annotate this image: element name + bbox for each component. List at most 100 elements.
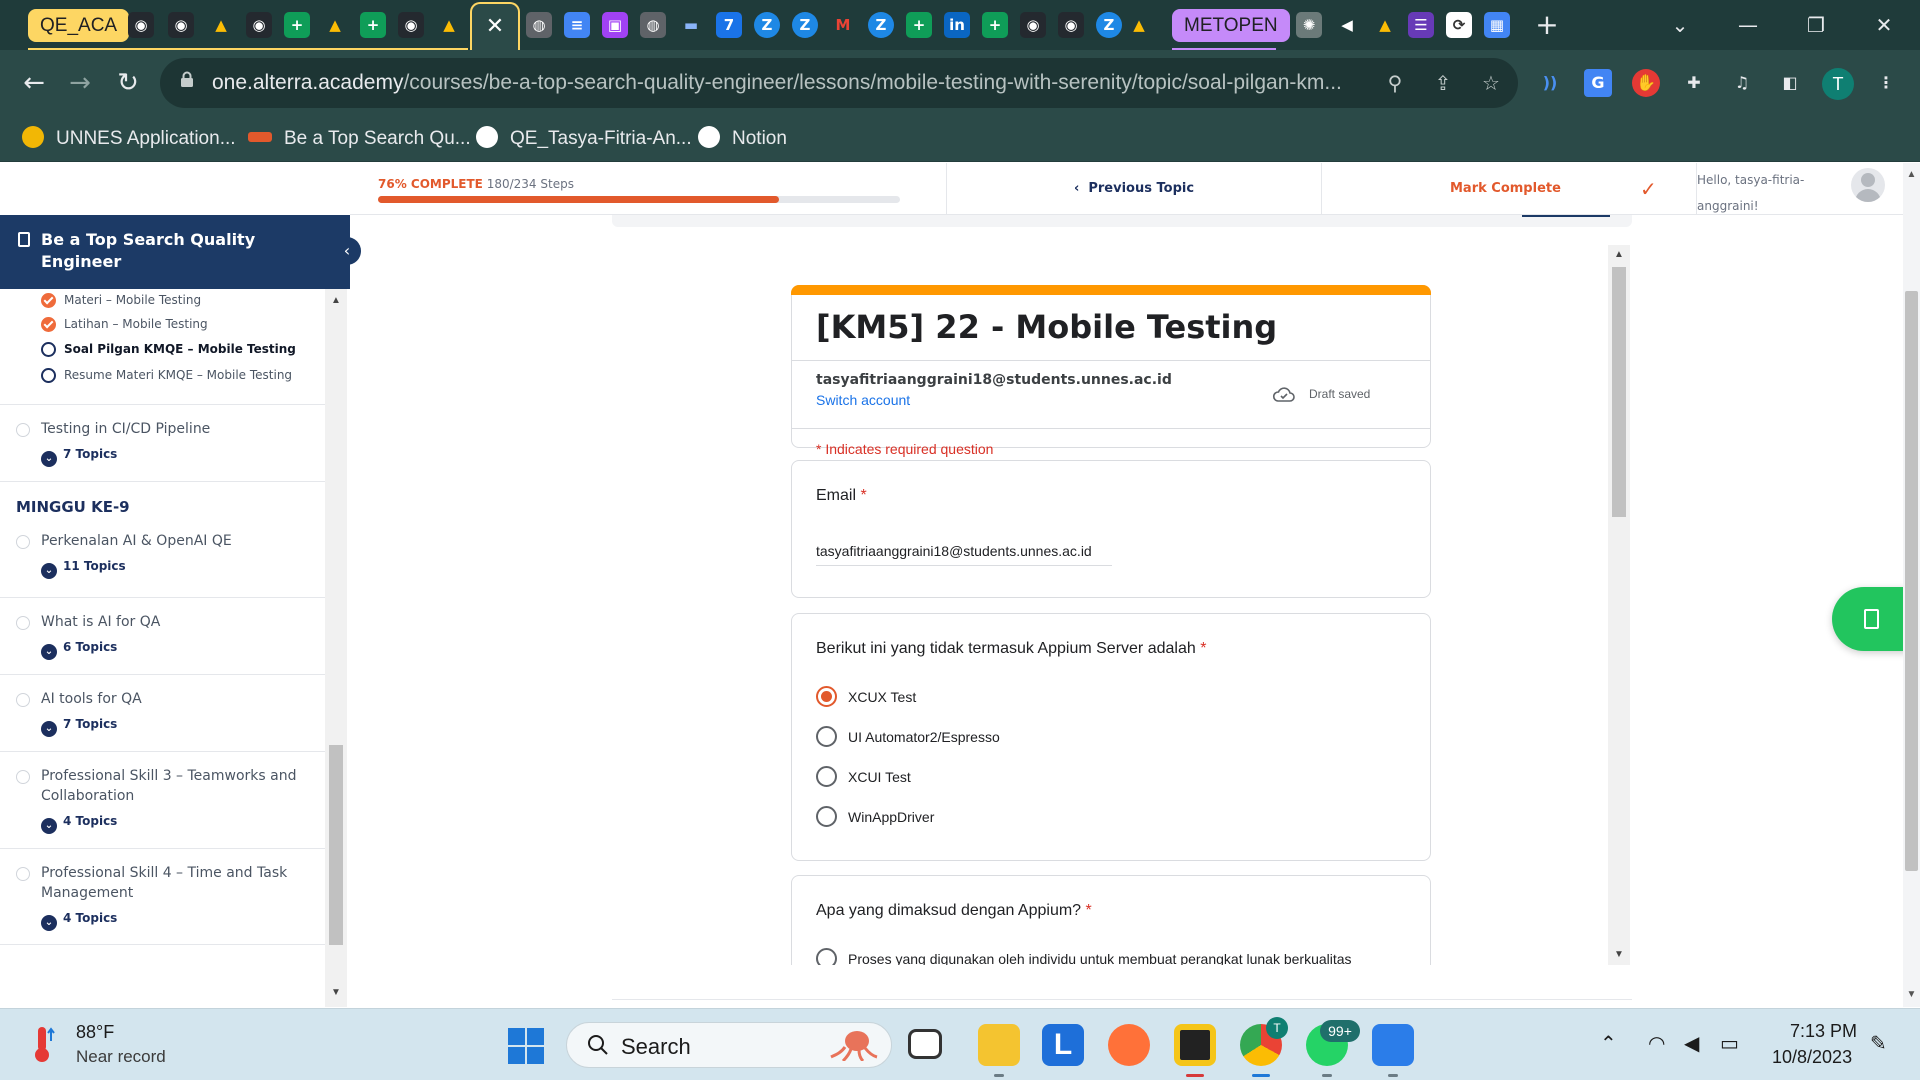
chevron-up-icon[interactable]: ⌃ (1600, 1031, 1617, 1055)
google-drive-icon[interactable]: ▲ (208, 12, 234, 38)
google-sheets-icon[interactable]: + (360, 12, 386, 38)
active-tab-close-button[interactable]: ✕ (470, 2, 520, 50)
switch-account-link[interactable]: Switch account (816, 392, 910, 408)
github-icon[interactable]: ◉ (398, 12, 424, 38)
scroll-up-arrow-icon[interactable]: ▲ (329, 295, 343, 306)
google-forms-icon[interactable]: ▣ (602, 12, 628, 38)
address-bar[interactable]: one.alterra.academy/courses/be-a-top-sea… (160, 58, 1518, 108)
lesson-topics-toggle[interactable]: ⌄ 7 Topics (41, 715, 117, 737)
github-icon[interactable]: ◉ (1020, 12, 1046, 38)
form-scrollbar[interactable]: ▲ ▼ (1608, 245, 1630, 965)
radio-button[interactable] (816, 726, 837, 747)
lesson-topics-toggle[interactable]: ⌄ 11 Topics (41, 557, 126, 579)
bookmark-alterra[interactable]: Be a Top Search Qu... (248, 126, 471, 152)
kebab-menu-icon[interactable]: ⋮ (1872, 69, 1900, 97)
windows-store-icon[interactable]: ▦ (1484, 12, 1510, 38)
calendar-icon[interactable]: 7 (716, 12, 742, 38)
scroll-up-arrow-icon[interactable]: ▲ (1612, 249, 1626, 260)
radio-button[interactable] (816, 806, 837, 827)
scroll-up-arrow-icon[interactable]: ▲ (1905, 169, 1918, 180)
google-sheets-icon[interactable]: + (982, 12, 1008, 38)
gmail-icon[interactable]: M (830, 12, 856, 38)
lesson-item[interactable]: AI tools for QA ⌄ 7 Topics (0, 674, 325, 751)
profile-avatar[interactable]: T (1822, 68, 1854, 100)
extensions-puzzle-icon[interactable]: ✚ (1680, 69, 1708, 97)
thermometer-icon[interactable] (30, 1025, 56, 1063)
sticky-notes-icon[interactable] (1174, 1024, 1216, 1066)
wifi-icon[interactable]: ◠ (1648, 1031, 1665, 1055)
close-window-button[interactable]: ✕ (1864, 8, 1904, 42)
task-view-icon[interactable] (908, 1029, 942, 1059)
forward-button[interactable]: → (60, 63, 100, 103)
media-control-icon[interactable]: ♫ (1728, 69, 1756, 97)
scrollbar-thumb[interactable] (1905, 291, 1918, 871)
weather-description[interactable]: Near record (76, 1047, 166, 1067)
bookmark-notion[interactable]: Notion (698, 126, 787, 152)
notifications-icon[interactable]: ✎ (1870, 1031, 1887, 1055)
bookmark-unnes[interactable]: UNNES Application... (22, 126, 236, 152)
course-title[interactable]: Be a Top Search Quality Engineer (41, 229, 271, 273)
google-drive-icon[interactable]: ▲ (322, 12, 348, 38)
file-explorer-icon[interactable] (978, 1024, 1020, 1066)
reload-button[interactable]: ↻ (108, 63, 148, 103)
scroll-down-arrow-icon[interactable]: ▼ (1905, 989, 1918, 1000)
slides-icon[interactable]: ▬ (678, 12, 704, 38)
firefox-icon[interactable] (1108, 1024, 1150, 1066)
tab-group-qe-aca[interactable]: QE_ACA (28, 9, 130, 42)
globe-icon[interactable]: ◍ (640, 12, 666, 38)
radio-button-checked[interactable] (816, 686, 837, 707)
zoom-icon[interactable]: Z (1096, 12, 1122, 38)
maximize-button[interactable]: ❐ (1796, 8, 1836, 42)
read-aloud-extension-icon[interactable]: )) (1536, 69, 1564, 97)
tab-search-dropdown[interactable]: ⌄ (1660, 8, 1700, 42)
lesson-item[interactable]: Perkenalan AI & OpenAI QE ⌄ 11 Topics (0, 521, 325, 597)
list-icon[interactable]: ☰ (1408, 12, 1434, 38)
share-icon[interactable]: ⇪ (1428, 68, 1458, 98)
speaker-icon[interactable]: ◀ (1334, 12, 1360, 38)
linkedin-icon[interactable]: in (944, 12, 970, 38)
adblock-icon[interactable]: ✋ (1632, 69, 1660, 97)
globe-icon[interactable]: ◍ (526, 12, 552, 38)
google-sheets-icon[interactable]: + (906, 12, 932, 38)
lesson-item[interactable]: Testing in CI/CD Pipeline ⌄ 7 Topics (0, 404, 325, 481)
battery-icon[interactable]: ▭ (1720, 1031, 1739, 1055)
google-sheets-icon[interactable]: + (284, 12, 310, 38)
google-drive-icon[interactable]: ▲ (1372, 12, 1398, 38)
scrollbar-thumb[interactable] (1612, 267, 1626, 517)
google-drive-icon[interactable]: ▲ (1126, 12, 1152, 38)
zoom-icon[interactable]: Z (792, 12, 818, 38)
scroll-down-arrow-icon[interactable]: ▼ (1612, 949, 1626, 960)
lesson-topics-toggle[interactable]: ⌄ 4 Topics (41, 812, 117, 834)
github-icon[interactable]: ◉ (128, 12, 154, 38)
radio-button[interactable] (816, 766, 837, 787)
sync-icon[interactable]: ⟳ (1446, 12, 1472, 38)
tab-group-metopen[interactable]: METOPEN (1172, 9, 1290, 42)
taskbar-search-box[interactable]: Search (566, 1022, 892, 1068)
bookmark-star-icon[interactable]: ☆ (1476, 68, 1506, 98)
github-icon[interactable]: ◉ (1058, 12, 1084, 38)
zoom-icon[interactable]: Z (754, 12, 780, 38)
lesson-item[interactable]: What is AI for QA ⌄ 6 Topics (0, 597, 325, 674)
google-translate-icon[interactable]: G (1584, 69, 1612, 97)
zoom-magnifier-icon[interactable]: ⚲ (1380, 68, 1410, 98)
windows-start-icon[interactable] (508, 1028, 544, 1064)
zoom-icon[interactable]: Z (868, 12, 894, 38)
mark-complete-button[interactable]: Mark Complete ✓ (1321, 163, 1696, 215)
weather-temperature[interactable]: 88°F (76, 1022, 114, 1043)
email-field[interactable]: tasyafitriaanggraini18@students.unnes.ac… (816, 543, 1112, 566)
sidebar-scrollbar[interactable]: ▲ ▼ (325, 289, 347, 1007)
github-icon[interactable]: ◉ (246, 12, 272, 38)
new-tab-button[interactable]: + (1527, 8, 1567, 42)
google-drive-icon[interactable]: ▲ (436, 12, 462, 38)
side-panel-icon[interactable]: ◧ (1776, 69, 1804, 97)
clock-time[interactable]: 7:13 PM (1790, 1021, 1857, 1042)
chatgpt-icon[interactable]: ✺ (1296, 12, 1322, 38)
url-text[interactable]: one.alterra.academy/courses/be-a-top-sea… (212, 71, 1362, 95)
lesson-item[interactable]: Professional Skill 3 – Teamworks and Col… (0, 751, 325, 848)
bookmark-github[interactable]: QE_Tasya-Fitria-An... (476, 126, 692, 152)
lesson-item[interactable]: Professional Skill 4 – Time and Task Man… (0, 848, 325, 945)
radio-button[interactable] (816, 948, 837, 965)
google-docs-icon[interactable]: ≡ (564, 12, 590, 38)
app-l-icon[interactable]: L (1042, 1024, 1084, 1066)
clock-date[interactable]: 10/8/2023 (1772, 1047, 1852, 1068)
